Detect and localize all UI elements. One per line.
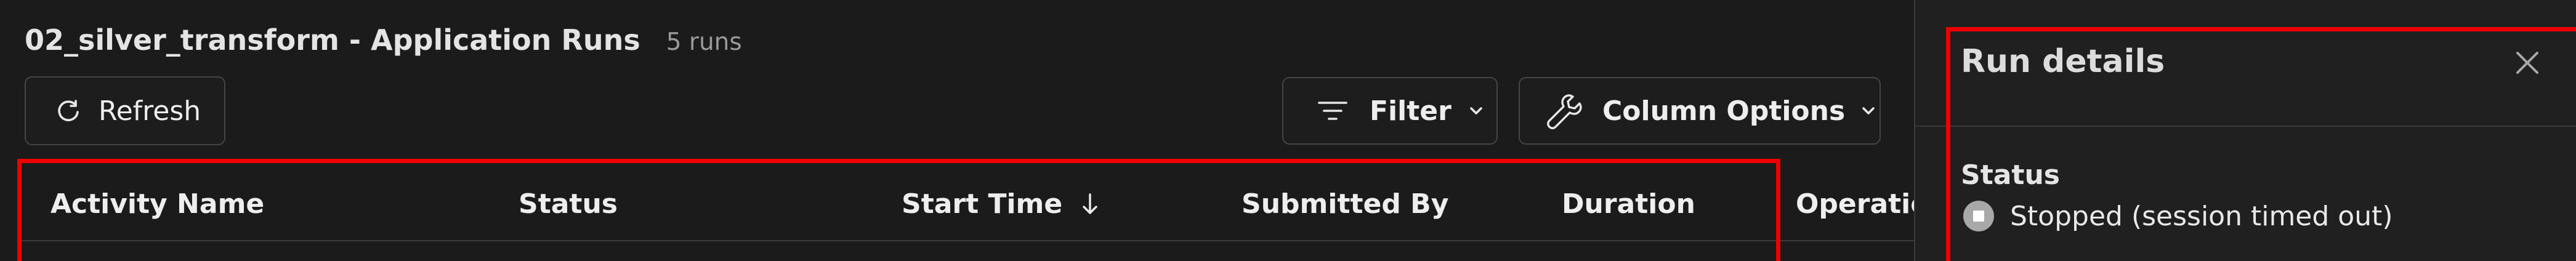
column-header-operation[interactable]: Operation <box>1796 188 1914 220</box>
chevron-down-icon <box>1469 107 1482 114</box>
status-value: Stopped (session timed out) <box>1962 199 2393 233</box>
run-details-divider <box>1915 126 2576 127</box>
runs-table-header: Activity Name Status Start Time Submitte… <box>18 161 1914 244</box>
page-header: 02_silver_transform - Application Runs 5… <box>25 23 742 57</box>
column-header-label: Start Time <box>902 188 1063 220</box>
filter-label: Filter <box>1370 95 1452 127</box>
column-header-label: Submitted By <box>1242 188 1449 220</box>
page-title: 02_silver_transform - Application Runs <box>25 23 640 57</box>
refresh-icon <box>58 100 79 121</box>
application-runs-window: 02_silver_transform - Application Runs 5… <box>0 0 2576 261</box>
status-label: Status <box>1961 159 2060 191</box>
column-header-status[interactable]: Status <box>519 188 618 220</box>
filter-button[interactable]: Filter <box>1282 77 1498 145</box>
table-header-divider <box>18 240 1914 241</box>
column-header-label: Status <box>519 188 618 220</box>
refresh-label: Refresh <box>99 95 201 127</box>
column-options-label: Column Options <box>1602 95 1846 127</box>
status-text: Stopped (session timed out) <box>2010 200 2393 232</box>
arrow-down-icon <box>1083 193 1097 214</box>
column-header-duration[interactable]: Duration <box>1562 188 1695 220</box>
wrench-icon <box>1547 94 1582 129</box>
column-header-activity-name[interactable]: Activity Name <box>50 188 264 220</box>
run-details-panel: Run details Status Stopped (session time… <box>1914 0 2576 261</box>
application-runs-main: 02_silver_transform - Application Runs 5… <box>0 0 1914 261</box>
column-header-label: Activity Name <box>50 188 265 220</box>
column-header-label: Duration <box>1562 188 1695 220</box>
close-icon[interactable] <box>2511 47 2543 79</box>
column-header-submitted-by[interactable]: Submitted By <box>1242 188 1448 220</box>
run-count: 5 runs <box>666 28 742 56</box>
stopped-icon <box>1963 201 1994 231</box>
chevron-down-icon <box>1862 107 1875 114</box>
column-options-button[interactable]: Column Options <box>1519 77 1881 145</box>
column-header-label: Operation <box>1796 188 1914 220</box>
column-header-start-time[interactable]: Start Time <box>902 188 1099 220</box>
refresh-button[interactable]: Refresh <box>25 76 225 145</box>
filter-icon <box>1318 102 1347 120</box>
run-details-title: Run details <box>1961 43 2165 80</box>
